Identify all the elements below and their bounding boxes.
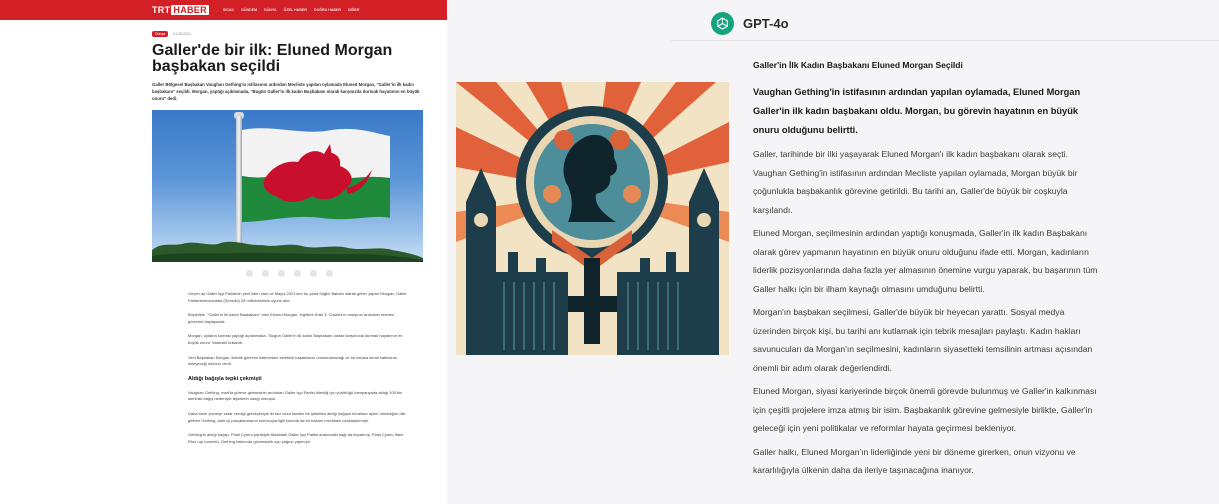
body-paragraph: Yeni Başbakan Morgan, liderlik görevini … [188, 354, 398, 367]
generated-paragraph: Eluned Morgan, siyasi kariyerinde birçok… [753, 386, 1097, 433]
twitter-icon[interactable] [262, 270, 269, 277]
facebook-icon[interactable] [246, 270, 253, 277]
article-lead: Galler Bölgesel Başbakan Vaughan Gething… [152, 82, 420, 101]
generated-illustration [456, 82, 729, 355]
linkedin-icon[interactable] [278, 270, 285, 277]
nav-item[interactable]: DİĞER [348, 8, 359, 12]
category-badge[interactable]: Dünya [152, 31, 169, 37]
comparison-figure: TRT HABER SİCAK GÜNDEM DÜNYA ÖZEL HABER … [0, 0, 1219, 504]
generated-lead: Vaughan Gething'in istifasının ardından … [753, 87, 1081, 135]
welsh-flag [242, 128, 390, 222]
news-article: Dünya 01.08.2024 Galler'de bir ilk: Elun… [0, 20, 430, 445]
model-name: GPT-4o [743, 16, 789, 31]
body-paragraph: Morgan, oylama sonrası yaptığı açıklamad… [188, 333, 403, 345]
model-header: GPT-4o [711, 12, 789, 35]
clock-face [697, 213, 711, 227]
openai-logo-icon [711, 12, 734, 35]
category-row: Dünya 01.08.2024 [152, 31, 430, 37]
nav-item[interactable]: DÜNYA [264, 8, 276, 12]
welsh-flag-photo [152, 110, 423, 262]
news-topbar: TRT HABER SİCAK GÜNDEM DÜNYA ÖZEL HABER … [0, 0, 447, 20]
nav-item[interactable]: DOĞRU HABER [314, 8, 341, 12]
generated-paragraph: Galler halkı, Eluned Morgan'ın liderliği… [753, 446, 1076, 476]
article-title: Galler'de bir ilk: Eluned Morgan başbaka… [152, 42, 393, 75]
body-paragraph: Geçen ay Galler İşçi Partisinin yeni lid… [188, 291, 407, 303]
generated-paragraph: Galler, tarihinde bir ilki yaşayarak Elu… [753, 149, 1078, 215]
trt-haber-logo[interactable]: TRT HABER [152, 5, 209, 15]
link-icon[interactable] [310, 270, 317, 277]
body-paragraph: Daha önce çevreye zarar verdiği gerekçes… [188, 410, 406, 423]
gpt-output-panel: GPT-4o Galler'in İlk Kadın Başbakanı Elu… [447, 0, 1219, 504]
generated-paragraph: Eluned Morgan, seçilmesinin ardından yap… [753, 228, 1098, 294]
nav-item[interactable]: GÜNDEM [241, 8, 257, 12]
article-date: 01.08.2024 [173, 32, 191, 36]
body-paragraph: Vaughan Gething, mart'ta göreve gelmesin… [188, 389, 403, 402]
body-paragraph: Gething'in aldığı bağışı, Plaid Cymru pa… [188, 432, 404, 444]
openai-knot-icon [717, 17, 728, 30]
share-buttons [246, 270, 430, 277]
nav-item[interactable]: SİCAK [223, 8, 234, 12]
clock-face [474, 213, 488, 227]
generated-title: Galler'in İlk Kadın Başbakanı Eluned Mor… [753, 60, 963, 70]
logo-trt: TRT [152, 5, 171, 15]
body-paragraph: Böylelikle, "Galler'in ilk kadın Başbaka… [188, 312, 395, 324]
generated-paragraph: Morgan'ın başbakan seçilmesi, Galler'de … [753, 307, 1093, 373]
article-body: Geçen ay Galler İşçi Partisinin yeni lid… [188, 291, 408, 445]
tree-line [152, 241, 423, 262]
nav-item[interactable]: ÖZEL HABER [284, 8, 307, 12]
body-subheading: Aldığı bağışla tepki çekmişti [188, 375, 262, 382]
mail-icon[interactable] [326, 270, 333, 277]
generated-article: Galler'in İlk Kadın Başbakanı Eluned Mor… [753, 60, 1103, 485]
news-site-screenshot: TRT HABER SİCAK GÜNDEM DÜNYA ÖZEL HABER … [0, 0, 447, 504]
whatsapp-icon[interactable] [294, 270, 301, 277]
header-divider [671, 40, 1219, 41]
news-nav: SİCAK GÜNDEM DÜNYA ÖZEL HABER DOĞRU HABE… [223, 8, 359, 12]
logo-haber: HABER [171, 5, 209, 15]
